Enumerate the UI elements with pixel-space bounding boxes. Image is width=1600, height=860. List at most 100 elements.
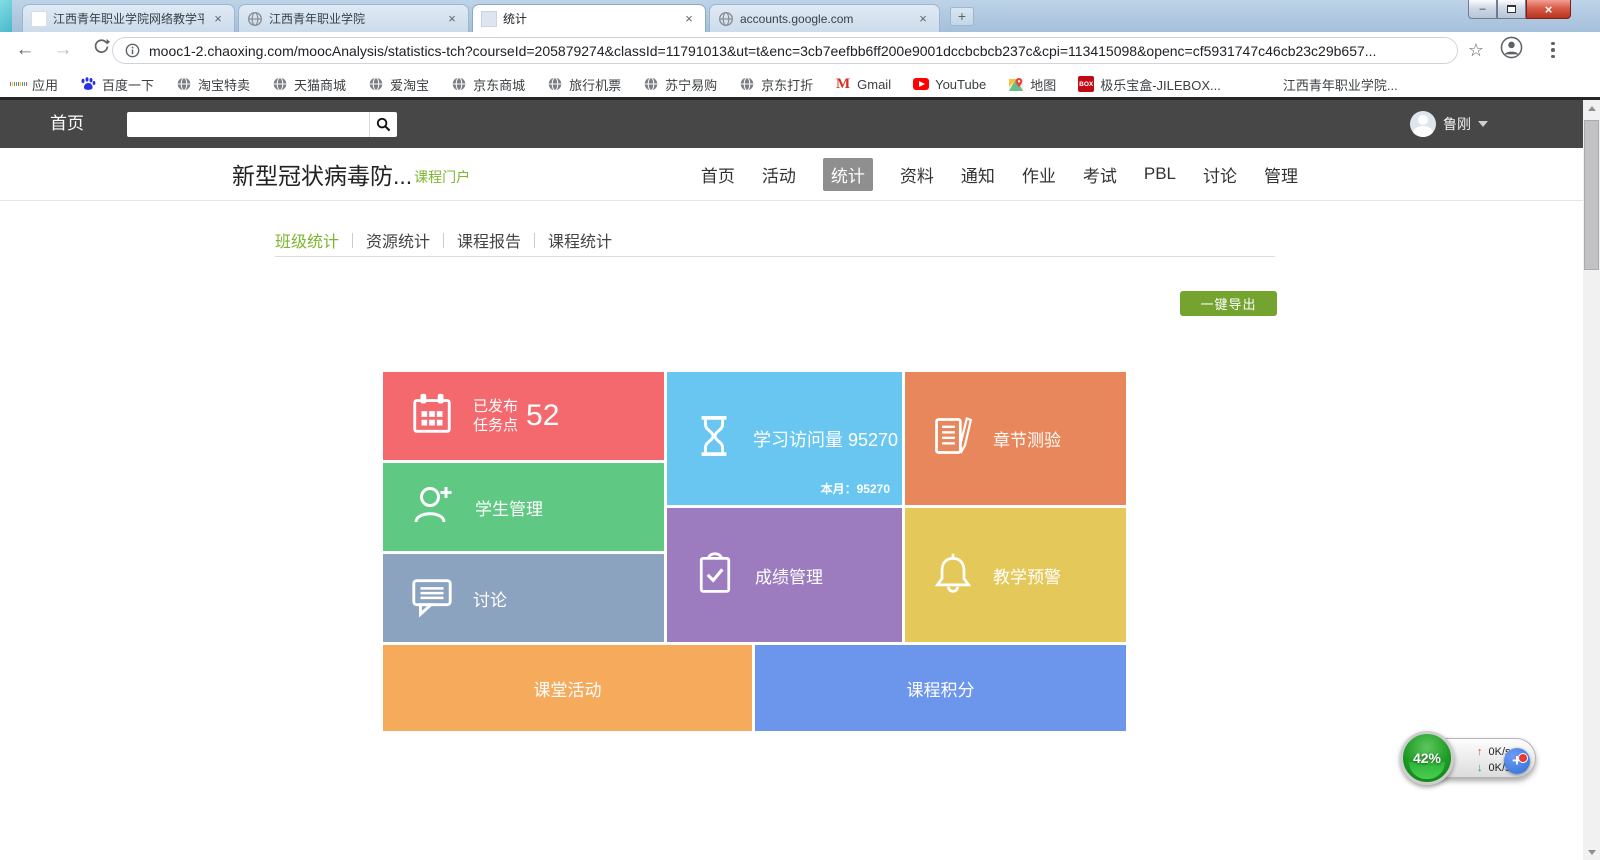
- add-download-button[interactable]: +: [1504, 748, 1530, 774]
- nav-pbl[interactable]: PBL: [1144, 164, 1176, 184]
- tab-jxqy-platform[interactable]: 江西青年职业学院网络教学平台 ×: [22, 4, 235, 32]
- export-button[interactable]: 一键导出: [1180, 291, 1277, 316]
- bookmark-apps[interactable]: 应用: [10, 75, 58, 94]
- globe-icon: [643, 76, 659, 92]
- nav-statistics[interactable]: 统计: [823, 158, 873, 191]
- tile-teaching-warning[interactable]: 教学预警: [905, 508, 1126, 642]
- back-button[interactable]: ←: [12, 37, 38, 63]
- tile-class-activity[interactable]: 课堂活动: [383, 645, 752, 731]
- bookmark-gmail[interactable]: M Gmail: [835, 76, 891, 92]
- user-menu[interactable]: 鲁刚: [1410, 100, 1488, 148]
- baidu-icon: [80, 76, 96, 92]
- tile-discussion[interactable]: 讨论: [383, 554, 664, 642]
- globe-icon: [451, 76, 467, 92]
- restore-button[interactable]: [1497, 0, 1526, 19]
- site-home-link[interactable]: 首页: [50, 100, 84, 148]
- nav-materials[interactable]: 资料: [900, 162, 934, 187]
- speed-widget[interactable]: ↑0K/s ↓0K/s + 42%: [1402, 736, 1536, 780]
- subnav-resource-statistics[interactable]: 资源统计: [366, 228, 430, 252]
- tab-jxqy-college[interactable]: 江西青年职业学院 ×: [238, 4, 469, 32]
- tab-strip: 江西青年职业学院网络教学平台 × 江西青年职业学院 × 统计 × account…: [0, 0, 1600, 32]
- browser-toolbar: ← → mooc1-2.chaoxing.com/moocAnalysis/st…: [0, 32, 1600, 68]
- site-search-input[interactable]: [127, 112, 369, 137]
- page-info-icon[interactable]: [125, 43, 140, 58]
- address-bar[interactable]: mooc1-2.chaoxing.com/moocAnalysis/statis…: [112, 37, 1458, 64]
- browser-menu-button[interactable]: [1540, 42, 1566, 59]
- youtube-icon: [913, 76, 929, 92]
- globe-favicon: [718, 11, 734, 27]
- globe-icon: [368, 76, 384, 92]
- tile-label: 章节测验: [993, 426, 1061, 451]
- tile-course-points[interactable]: 课程积分: [755, 645, 1126, 731]
- tile-chapter-quiz[interactable]: 章节测验: [905, 372, 1126, 505]
- apps-grid-icon: [10, 76, 26, 92]
- tile-learning-visits[interactable]: 学习访问量 95270 本月：95270: [667, 372, 902, 505]
- tile-grade-management[interactable]: 成绩管理: [667, 508, 902, 642]
- tab-title: 江西青年职业学院网络教学平台: [53, 10, 204, 27]
- site-search-button[interactable]: [369, 112, 397, 137]
- nav-discussion[interactable]: 讨论: [1203, 162, 1237, 187]
- bookmark-aitaobao[interactable]: 爱淘宝: [368, 75, 429, 94]
- tile-published-tasks[interactable]: 已发布 任务点 52: [383, 372, 664, 460]
- document-pen-icon: [931, 413, 975, 464]
- scrollbar-thumb[interactable]: [1584, 120, 1599, 270]
- bookmark-travel-tickets[interactable]: 旅行机票: [547, 75, 621, 94]
- tab-close-icon[interactable]: ×: [444, 11, 460, 26]
- subnav-course-statistics[interactable]: 课程统计: [548, 228, 612, 252]
- blank-favicon: [31, 11, 47, 27]
- bookmark-jd-mall[interactable]: 京东商城: [451, 75, 525, 94]
- nav-exam[interactable]: 考试: [1083, 162, 1117, 187]
- profile-button[interactable]: [1500, 36, 1523, 64]
- bookmark-tmall[interactable]: 天猫商城: [272, 75, 346, 94]
- tile-value: 52: [526, 399, 559, 433]
- minimize-button[interactable]: –: [1468, 0, 1497, 19]
- new-tab-button[interactable]: +: [950, 7, 974, 26]
- notification-dot: [1518, 753, 1528, 763]
- scroll-down-button[interactable]: [1583, 844, 1600, 860]
- upload-arrow-icon: ↑: [1477, 744, 1483, 760]
- bookmark-jd-discount[interactable]: 京东打折: [739, 75, 813, 94]
- bookmark-taobao-sale[interactable]: 淘宝特卖: [176, 75, 250, 94]
- tile-label: 课程积分: [907, 676, 975, 701]
- nav-activity[interactable]: 活动: [762, 162, 796, 187]
- page-scrollbar: [1583, 100, 1600, 860]
- user-name: 鲁刚: [1443, 114, 1471, 134]
- course-title: 新型冠状病毒防...: [232, 157, 412, 191]
- bookmark-jxqy-college[interactable]: 江西青年职业学院...: [1283, 75, 1398, 94]
- bookmark-baidu[interactable]: 百度一下: [80, 75, 154, 94]
- close-window-button[interactable]: ×: [1526, 0, 1571, 19]
- globe-favicon: [247, 11, 263, 27]
- subnav-course-report[interactable]: 课程报告: [457, 228, 521, 252]
- bookmark-suning[interactable]: 苏宁易购: [643, 75, 717, 94]
- course-portal-link[interactable]: 课程门户: [414, 167, 470, 187]
- tab-statistics-active[interactable]: 统计 ×: [472, 4, 706, 32]
- reload-button[interactable]: [88, 37, 114, 63]
- nav-manage[interactable]: 管理: [1264, 162, 1298, 187]
- statistics-tiles: 已发布 任务点 52 学生管理 讨论 学习访问量 95270: [383, 372, 1126, 731]
- bookmark-maps[interactable]: 地图: [1008, 75, 1056, 94]
- tile-label: 学生管理: [475, 495, 543, 520]
- course-nav: 首页 活动 统计 资料 通知 作业 考试 PBL 讨论 管理: [701, 148, 1298, 200]
- nav-homework[interactable]: 作业: [1022, 162, 1056, 187]
- nav-home[interactable]: 首页: [701, 162, 735, 187]
- nav-notice[interactable]: 通知: [961, 162, 995, 187]
- tab-close-icon[interactable]: ×: [915, 11, 931, 26]
- course-header: 新型冠状病毒防... 课程门户 首页 活动 统计 资料 通知 作业 考试 PBL…: [0, 148, 1600, 201]
- tab-google-accounts[interactable]: accounts.google.com ×: [709, 4, 940, 32]
- tile-label: 课堂活动: [534, 676, 602, 701]
- scroll-up-button[interactable]: [1583, 100, 1600, 116]
- tab-close-icon[interactable]: ×: [210, 11, 226, 26]
- subnav-class-statistics[interactable]: 班级统计: [275, 228, 339, 252]
- progress-sphere[interactable]: 42%: [1400, 731, 1454, 785]
- tile-value: 95270: [848, 430, 898, 450]
- tab-close-icon[interactable]: ×: [681, 11, 697, 26]
- globe-icon: [739, 76, 755, 92]
- progress-percent: 42%: [1413, 750, 1441, 766]
- tab-title: accounts.google.com: [740, 12, 909, 26]
- tile-label-line2: 任务点: [473, 417, 518, 434]
- bookmark-jilebox[interactable]: BOX 极乐宝盒-JILEBOX...: [1078, 75, 1221, 94]
- bookmark-youtube[interactable]: YouTube: [913, 76, 986, 92]
- bookmark-star-icon[interactable]: ☆: [1463, 40, 1489, 61]
- tile-student-management[interactable]: 学生管理: [383, 463, 664, 551]
- download-arrow-icon: ↓: [1477, 760, 1483, 776]
